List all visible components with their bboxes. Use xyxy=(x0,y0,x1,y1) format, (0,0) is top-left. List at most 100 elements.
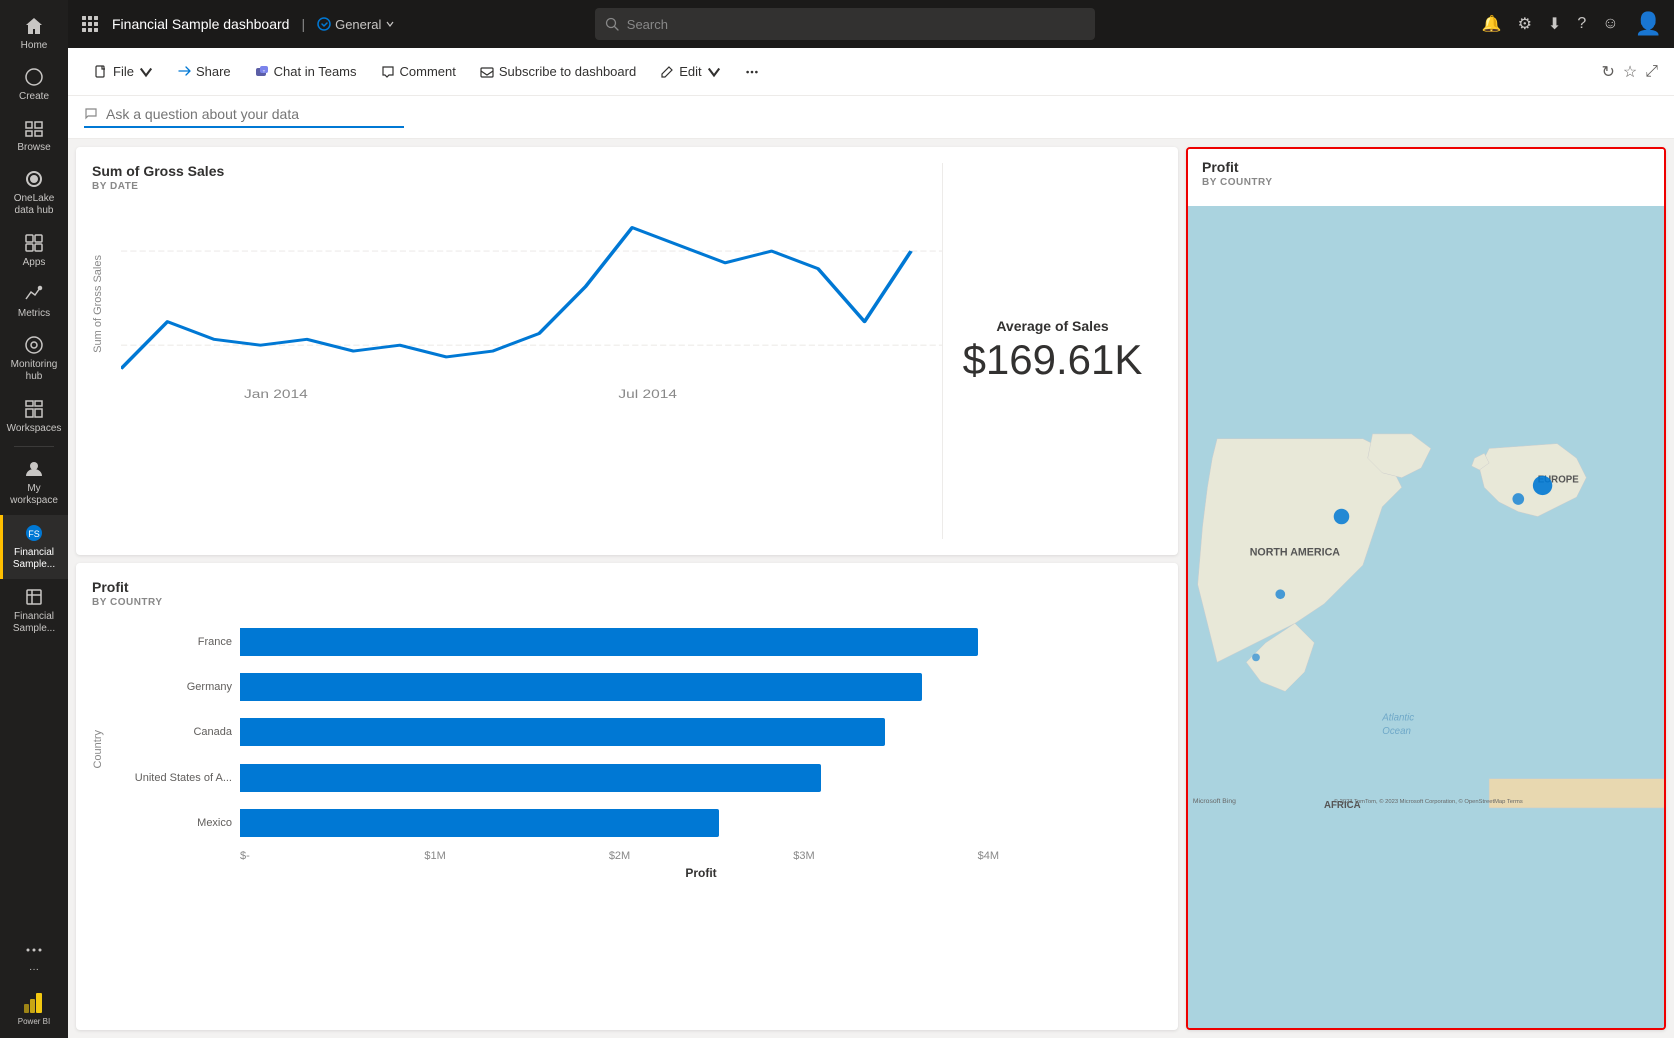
svg-text:NORTH AMERICA: NORTH AMERICA xyxy=(1250,546,1341,558)
map-header: Profit BY COUNTRY xyxy=(1188,149,1664,206)
svg-text:© 2023 TomTom, © 2023 Microsof: © 2023 TomTom, © 2023 Microsoft Corporat… xyxy=(1334,798,1523,805)
sidebar-label-monitoring: Monitoring hub xyxy=(11,359,58,383)
search-icon xyxy=(605,17,619,31)
sidebar-item-apps[interactable]: Apps xyxy=(0,225,68,276)
sidebar-item-home[interactable]: Home xyxy=(0,8,68,59)
sidebar-item-onelake[interactable]: OneLake data hub xyxy=(0,161,68,225)
x-axis: $- $1M $2M $3M $4M xyxy=(240,846,1162,862)
svg-text:Atlantic: Atlantic xyxy=(1381,713,1414,724)
edit-chevron-icon xyxy=(707,65,721,79)
subscribe-icon xyxy=(480,65,494,79)
table-row: Mexico xyxy=(112,809,1162,837)
sidebar-label-financial: Financial Sample... xyxy=(13,547,55,571)
profit-bar-chart-card: Profit BY COUNTRY Country France Germany xyxy=(76,563,1178,1031)
svg-text:Jan 2014: Jan 2014 xyxy=(244,388,308,401)
file-button[interactable]: File xyxy=(84,58,163,85)
share-icon xyxy=(177,65,191,79)
bar-track-usa xyxy=(240,764,1162,792)
avg-sales-area: Average of Sales $169.61K xyxy=(942,163,1162,539)
bar-fill-mexico xyxy=(240,809,719,837)
topbar-icons: 🔔 ⚙ ⬇ ? ☺ 👤 xyxy=(1482,11,1662,37)
bar-label-usa: United States of A... xyxy=(112,772,232,784)
content-area: Sum of Gross Sales BY DATE Sum of Gross … xyxy=(68,139,1674,1038)
notification-icon[interactable]: 🔔 xyxy=(1482,14,1502,34)
refresh-icon[interactable]: ↻ xyxy=(1601,62,1614,82)
sidebar-item-browse[interactable]: Browse xyxy=(0,110,68,161)
bar-label-germany: Germany xyxy=(112,681,232,693)
edit-button[interactable]: Edit xyxy=(650,58,730,85)
sidebar-item-myworkspace[interactable]: My workspace xyxy=(0,451,68,515)
share-button[interactable]: Share xyxy=(167,58,241,85)
qa-bar xyxy=(68,96,1674,139)
download-icon[interactable]: ⬇ xyxy=(1548,14,1561,34)
sidebar-item-monitoring[interactable]: Monitoring hub xyxy=(0,327,68,391)
bar-chart-title: Profit xyxy=(92,579,1162,595)
sidebar-label-home: Home xyxy=(21,40,48,51)
svg-text:Jul 2014: Jul 2014 xyxy=(618,388,677,401)
fullscreen-icon[interactable]: ⤢ xyxy=(1645,63,1658,81)
sidebar-item-more[interactable]: ··· xyxy=(18,932,50,983)
help-icon[interactable]: ? xyxy=(1577,15,1586,33)
grid-icon[interactable] xyxy=(80,14,100,34)
chevron-down-icon xyxy=(385,19,395,29)
bar-fill-germany xyxy=(240,673,922,701)
bar-track-germany xyxy=(240,673,1162,701)
comment-label: Comment xyxy=(400,64,456,79)
account-icon[interactable]: 👤 xyxy=(1635,11,1662,37)
table-row: Germany xyxy=(112,673,1162,701)
sidebar-item-create[interactable]: Create xyxy=(0,59,68,110)
powerbi-logo: Power BI xyxy=(18,983,50,1030)
sidebar-label-myworkspace: My workspace xyxy=(10,483,58,507)
more-options-button[interactable] xyxy=(735,59,769,85)
qa-input[interactable] xyxy=(84,106,404,128)
sidebar-item-workspaces[interactable]: Workspaces xyxy=(0,391,68,442)
table-row: France xyxy=(112,628,1162,656)
svg-text:FS: FS xyxy=(28,529,40,539)
search-input[interactable] xyxy=(627,17,1085,32)
workspace-badge[interactable]: General xyxy=(317,17,395,32)
map-svg: NORTH AMERICA EUROPE AFRICA Atlantic Oce… xyxy=(1188,206,1664,1030)
sidebar-more-label: ··· xyxy=(29,964,39,975)
feedback-icon[interactable]: ☺ xyxy=(1602,15,1618,33)
sidebar-divider xyxy=(14,446,54,447)
subscribe-button[interactable]: Subscribe to dashboard xyxy=(470,58,646,85)
main-area: Financial Sample dashboard | General 🔔 ⚙… xyxy=(68,0,1674,1038)
file-label: File xyxy=(113,64,134,79)
teams-icon: T xyxy=(255,65,269,79)
x-tick-2: $2M xyxy=(609,850,793,862)
comment-button[interactable]: Comment xyxy=(371,58,466,85)
workspace-label: General xyxy=(335,17,381,32)
favorite-icon[interactable]: ☆ xyxy=(1623,62,1637,82)
powerbi-label: Power BI xyxy=(18,1017,50,1026)
sidebar-label-apps: Apps xyxy=(23,257,46,268)
edit-label: Edit xyxy=(679,64,701,79)
search-bar[interactable] xyxy=(595,8,1095,40)
profit-map-card: Profit BY COUNTRY xyxy=(1186,147,1666,1030)
avg-sales-value: $169.61K xyxy=(963,336,1143,384)
sidebar-label-workspaces: Workspaces xyxy=(7,423,62,434)
top-bar: Financial Sample dashboard | General 🔔 ⚙… xyxy=(68,0,1674,48)
qa-field[interactable] xyxy=(106,106,404,122)
chat-teams-button[interactable]: T Chat in Teams xyxy=(245,58,367,85)
map-content: NORTH AMERICA EUROPE AFRICA Atlantic Oce… xyxy=(1188,206,1664,1030)
x-tick-1: $1M xyxy=(424,850,608,862)
sidebar-item-financial-sample[interactable]: FS Financial Sample... xyxy=(0,515,68,579)
sidebar-label-create: Create xyxy=(19,91,49,102)
chat-teams-label: Chat in Teams xyxy=(274,64,357,79)
edit-icon xyxy=(660,65,674,79)
x-tick-4: $4M xyxy=(978,850,1162,862)
bar-fill-canada xyxy=(240,718,885,746)
settings-icon[interactable]: ⚙ xyxy=(1518,14,1532,34)
line-chart-area: Sum of Gross Sales BY DATE Sum of Gross … xyxy=(92,163,942,539)
svg-text:Ocean: Ocean xyxy=(1382,726,1411,737)
sidebar-item-metrics[interactable]: Metrics xyxy=(0,276,68,327)
bar-chart-inner: France Germany Canada United States xyxy=(112,620,1162,880)
sidebar-label-financial2: Financial Sample... xyxy=(13,611,55,635)
sidebar-item-financial-sample2[interactable]: Financial Sample... xyxy=(0,579,68,643)
toolbar-right: ↻ ☆ ⤢ xyxy=(1601,62,1658,82)
bar-label-france: France xyxy=(112,636,232,648)
sidebar-label-onelake: OneLake data hub xyxy=(14,193,55,217)
y-axis-label: Sum of Gross Sales xyxy=(92,255,121,353)
bar-track-france xyxy=(240,628,1162,656)
subscribe-label: Subscribe to dashboard xyxy=(499,64,636,79)
